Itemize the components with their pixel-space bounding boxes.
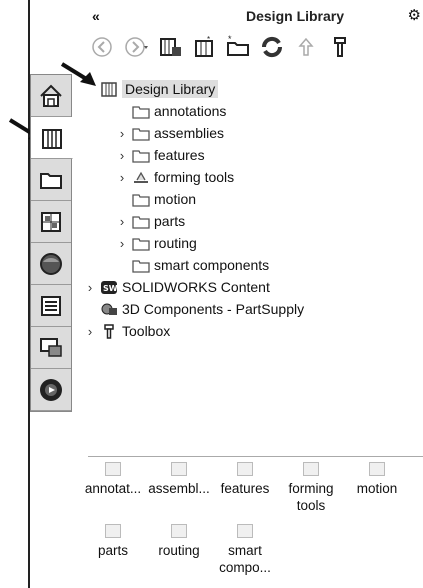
tree-item[interactable]: › assemblies [100, 122, 423, 144]
file-explorer-icon[interactable] [31, 159, 71, 201]
chevron-right-icon[interactable]: › [116, 236, 128, 251]
tree-item[interactable]: motion [100, 188, 423, 210]
custom-properties-icon[interactable] [31, 285, 71, 327]
pane-title: Design Library [246, 8, 345, 24]
move-up-icon[interactable] [294, 35, 318, 59]
refresh-icon[interactable] [260, 35, 284, 59]
svg-text:*: * [228, 35, 232, 44]
folder-thumbnail-icon [171, 462, 187, 476]
forward-icon[interactable] [124, 35, 148, 59]
tree-item[interactable]: annotations [100, 100, 423, 122]
grid-item[interactable]: features [212, 462, 278, 514]
grid-item[interactable]: forming tools [278, 462, 344, 514]
chevron-right-icon[interactable]: › [84, 324, 96, 339]
video-icon[interactable] [31, 369, 71, 411]
back-icon[interactable] [90, 35, 114, 59]
gear-icon[interactable]: ⚙ [408, 6, 421, 24]
tree-item-label: Toolbox [122, 323, 171, 339]
tree-item-toolbox[interactable]: › Toolbox [84, 320, 423, 342]
view-palette-icon[interactable] [31, 201, 71, 243]
library-toolbar: * * [90, 32, 352, 62]
tree-item[interactable]: › parts [100, 210, 423, 232]
folder-icon [132, 235, 152, 251]
collapse-pane-button[interactable]: « [92, 8, 100, 24]
chevron-right-icon[interactable]: › [116, 170, 128, 185]
toolbox-icon [100, 323, 120, 339]
folder-thumbnail-icon [369, 462, 385, 476]
add-file-location-icon[interactable]: * [192, 35, 216, 59]
design-library-icon[interactable] [31, 117, 73, 159]
tree-item-label: motion [154, 191, 197, 207]
folder-thumbnail-icon [237, 462, 253, 476]
grid-item[interactable]: assembl... [146, 462, 212, 514]
tree-item[interactable]: › features [100, 144, 423, 166]
tree-item[interactable]: › routing [100, 232, 423, 254]
library-tree: Design Library annotations › assemblies … [88, 78, 423, 342]
grid-item[interactable]: annotat... [80, 462, 146, 514]
partsupply-icon [100, 301, 120, 317]
svg-text:SW: SW [103, 284, 118, 293]
forming-tools-icon [132, 169, 152, 185]
chevron-right-icon[interactable]: › [116, 214, 128, 229]
tree-item[interactable]: › forming tools [100, 166, 423, 188]
tree-item-label: 3D Components - PartSupply [122, 301, 305, 317]
tree-item-label: features [154, 147, 205, 163]
solidworks-forum-icon[interactable] [31, 327, 71, 369]
grid-item[interactable]: routing [146, 524, 212, 576]
grid-item[interactable]: smart compo... [212, 524, 278, 576]
solidworks-logo-icon: SW [100, 279, 120, 295]
pane-divider[interactable] [88, 456, 423, 457]
chevron-right-icon[interactable]: › [84, 280, 96, 295]
folder-icon [132, 213, 152, 229]
folder-thumbnail-icon [303, 462, 319, 476]
folder-icon [132, 125, 152, 141]
chevron-right-icon[interactable]: › [116, 148, 128, 163]
title-bar: « Design Library ⚙ [86, 6, 423, 26]
grid-item[interactable]: parts [80, 524, 146, 576]
chevron-right-icon[interactable]: › [116, 126, 128, 141]
tree-item-label: parts [154, 213, 186, 229]
tree-item-label: smart components [154, 257, 270, 273]
create-new-folder-icon[interactable]: * [226, 35, 250, 59]
folder-icon [132, 103, 152, 119]
folder-icon [132, 257, 152, 273]
folder-icon [132, 191, 152, 207]
tree-item-solidworks-content[interactable]: › SW SOLIDWORKS Content [84, 276, 423, 298]
folder-thumbnail-icon [105, 524, 121, 538]
folder-thumbnail-icon [237, 524, 253, 538]
tree-item-label: assemblies [154, 125, 225, 141]
tree-item-label: forming tools [154, 169, 235, 185]
tree-item-label: routing [154, 235, 197, 251]
folder-grid: annotat... assembl... features forming t… [80, 462, 410, 576]
tree-root-label: Design Library [122, 80, 219, 98]
grid-item[interactable]: motion [344, 462, 410, 514]
folder-thumbnail-icon [171, 524, 187, 538]
tree-item-label: annotations [154, 103, 227, 119]
appearances-icon[interactable] [31, 243, 71, 285]
folder-thumbnail-icon [105, 462, 121, 476]
toolbox-icon[interactable] [328, 35, 352, 59]
tree-item-label: SOLIDWORKS Content [122, 279, 270, 295]
tree-item[interactable]: smart components [100, 254, 423, 276]
folder-icon [132, 147, 152, 163]
tree-item-3d-components[interactable]: 3D Components - PartSupply [100, 298, 423, 320]
add-to-library-icon[interactable] [158, 35, 182, 59]
tree-root[interactable]: Design Library [100, 78, 423, 100]
design-library-icon [100, 81, 120, 97]
task-pane-tabs [30, 74, 73, 412]
svg-text:*: * [207, 35, 210, 44]
home-icon[interactable] [31, 75, 71, 117]
